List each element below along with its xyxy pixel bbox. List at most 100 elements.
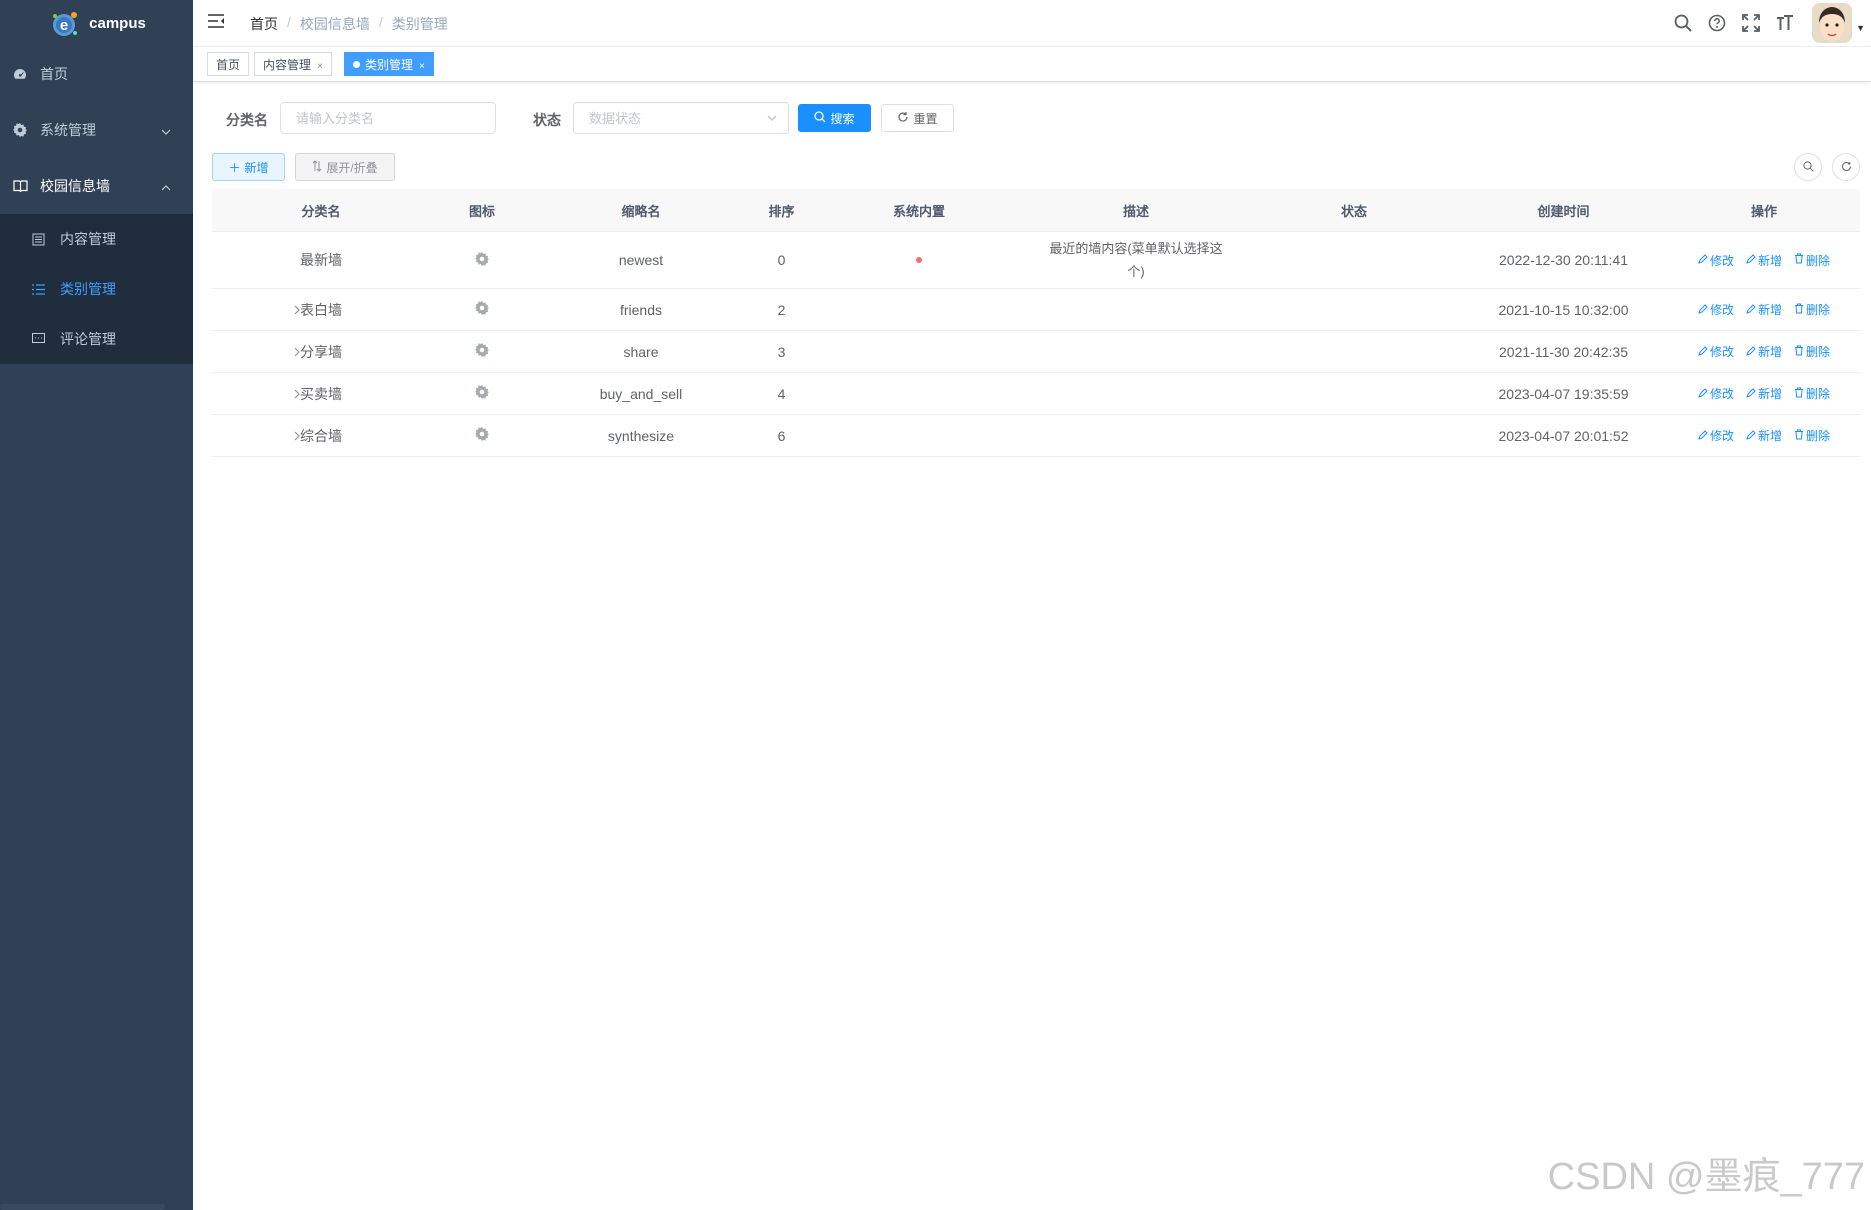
reset-button-label: 重置 xyxy=(913,111,938,126)
delete-button[interactable]: 删除 xyxy=(1794,343,1830,360)
table-row: 综合墙 synthesize 6 2023-04-07 20:01:52 修改 xyxy=(212,415,1860,457)
edit-button[interactable]: 修改 xyxy=(1698,385,1734,402)
edit-label: 修改 xyxy=(1709,429,1734,443)
add-child-button[interactable]: 新增 xyxy=(1746,252,1782,269)
edit-button[interactable]: 修改 xyxy=(1698,301,1734,318)
operations-cell: 修改 新增 删除 xyxy=(1668,331,1860,372)
edit-button[interactable]: 修改 xyxy=(1698,252,1734,269)
operations-cell: 修改 新增 删除 xyxy=(1668,289,1860,330)
trash-icon xyxy=(1794,387,1804,401)
sidebar-item-category[interactable]: 类别管理 xyxy=(0,264,193,314)
edit-icon xyxy=(1746,303,1756,317)
expand-collapse-label: 展开/折叠 xyxy=(326,160,378,175)
tag-content[interactable]: 内容管理 × xyxy=(254,52,332,76)
delete-label: 删除 xyxy=(1806,429,1831,443)
svg-text:e: e xyxy=(60,17,68,34)
refresh-icon xyxy=(1841,160,1852,175)
breadcrumb: 首页 / 校园信息墙 / 类别管理 xyxy=(250,14,448,34)
navbar: 首页 / 校园信息墙 / 类别管理 ▼ xyxy=(193,0,1871,47)
add-child-button[interactable]: 新增 xyxy=(1746,385,1782,402)
refresh-button[interactable] xyxy=(1832,153,1860,181)
font-size-icon[interactable] xyxy=(1774,12,1796,34)
search-button[interactable]: 搜索 xyxy=(798,104,871,132)
chevron-right-icon[interactable] xyxy=(293,428,301,444)
breadcrumb-item[interactable]: 首页 xyxy=(250,14,278,34)
sidebar-item-label: 校园信息墙 xyxy=(40,178,110,194)
watermark: CSDN @墨痕_777 xyxy=(1547,1156,1865,1198)
breadcrumb-separator: / xyxy=(378,14,383,30)
add-child-button[interactable]: 新增 xyxy=(1746,301,1782,318)
chevron-right-icon[interactable] xyxy=(293,302,301,318)
edit-label: 修改 xyxy=(1709,253,1734,268)
category-name: 综合墙 xyxy=(300,427,342,444)
delete-button[interactable]: 删除 xyxy=(1794,427,1830,444)
breadcrumb-item: 校园信息墙 xyxy=(299,16,370,32)
name-cell: 综合墙 xyxy=(212,415,430,456)
edit-icon xyxy=(1746,345,1756,359)
breadcrumb-item: 类别管理 xyxy=(391,16,448,32)
chevron-right-icon[interactable] xyxy=(293,344,301,360)
status-select-input[interactable] xyxy=(574,103,788,133)
delete-button[interactable]: 删除 xyxy=(1794,252,1830,269)
delete-button[interactable]: 删除 xyxy=(1794,301,1830,318)
sidebar: e campus 首页 系统管理 校园信息墙 内容管理 类别管理 评论管理 xyxy=(0,0,193,1210)
status-select[interactable] xyxy=(573,102,789,134)
toggle-search-button[interactable] xyxy=(1794,153,1822,181)
tag-home[interactable]: 首页 xyxy=(207,52,250,76)
description-cell xyxy=(1023,415,1249,456)
expand-collapse-button[interactable]: 展开/折叠 xyxy=(295,153,395,181)
reset-button[interactable]: 重置 xyxy=(881,104,954,132)
sidebar-item-campus-wall[interactable]: 校园信息墙 xyxy=(0,158,193,214)
gear-icon xyxy=(475,343,489,360)
hamburger-icon[interactable] xyxy=(207,13,227,33)
sidebar-item-content[interactable]: 内容管理 xyxy=(0,214,193,264)
breadcrumb-separator: / xyxy=(287,14,291,30)
fullscreen-icon[interactable] xyxy=(1740,12,1762,34)
chevron-down-icon xyxy=(766,112,778,127)
add-label: 新增 xyxy=(1757,345,1782,359)
sort-cell: 2 xyxy=(777,301,786,318)
sidebar-item-home[interactable]: 首页 xyxy=(0,46,193,102)
sidebar-item-comment[interactable]: 评论管理 xyxy=(0,314,193,364)
builtin-cell xyxy=(815,331,1023,372)
close-icon[interactable]: × xyxy=(317,61,323,72)
gear-icon xyxy=(12,122,28,138)
slug-cell: friends xyxy=(619,301,663,318)
avatar[interactable] xyxy=(1812,3,1853,43)
column-header: 描述 xyxy=(1122,203,1149,219)
category-name-input[interactable] xyxy=(281,103,495,133)
description-line: 最近的墙内容(菜单默认选择这 xyxy=(1049,241,1223,256)
logo[interactable]: e campus xyxy=(0,0,193,46)
add-button[interactable]: ＋ 新增 xyxy=(212,153,285,181)
tag-category[interactable]: 类别管理 × xyxy=(344,52,434,76)
sidebar-item-system[interactable]: 系统管理 xyxy=(0,102,193,158)
category-table: 分类名 图标 缩略名 排序 系统内置 描述 状态 创建时间 操作 最新墙 new… xyxy=(212,189,1860,457)
sidebar-item-label: 系统管理 xyxy=(40,122,96,138)
status-cell xyxy=(1249,331,1459,372)
edit-button[interactable]: 修改 xyxy=(1698,427,1734,444)
list-icon xyxy=(31,282,45,296)
submenu: 内容管理 类别管理 评论管理 xyxy=(0,214,193,364)
trash-icon xyxy=(1794,429,1804,443)
chevron-right-icon[interactable] xyxy=(293,386,301,402)
caret-down-icon[interactable]: ▼ xyxy=(1856,23,1865,33)
help-icon[interactable] xyxy=(1706,12,1728,34)
add-child-button[interactable]: 新增 xyxy=(1746,343,1782,360)
sidebar-scrollbar[interactable] xyxy=(0,1204,165,1210)
sort-icon xyxy=(312,159,322,175)
edit-button[interactable]: 修改 xyxy=(1698,343,1734,360)
edit-icon xyxy=(1698,429,1708,443)
delete-button[interactable]: 删除 xyxy=(1794,385,1830,402)
gear-icon xyxy=(475,251,489,269)
gear-icon xyxy=(475,301,489,318)
logo-icon: e xyxy=(47,6,81,40)
slug-cell: share xyxy=(623,343,659,360)
category-name: 买卖墙 xyxy=(300,385,342,402)
search-icon[interactable] xyxy=(1672,12,1694,34)
column-header: 状态 xyxy=(1340,203,1367,219)
search-icon xyxy=(814,110,826,126)
edit-icon xyxy=(1698,345,1708,359)
table-row: 分享墙 share 3 2021-11-30 20:42:35 修改 新增 删除 xyxy=(212,331,1860,373)
close-icon[interactable]: × xyxy=(419,61,425,72)
add-child-button[interactable]: 新增 xyxy=(1746,427,1782,444)
